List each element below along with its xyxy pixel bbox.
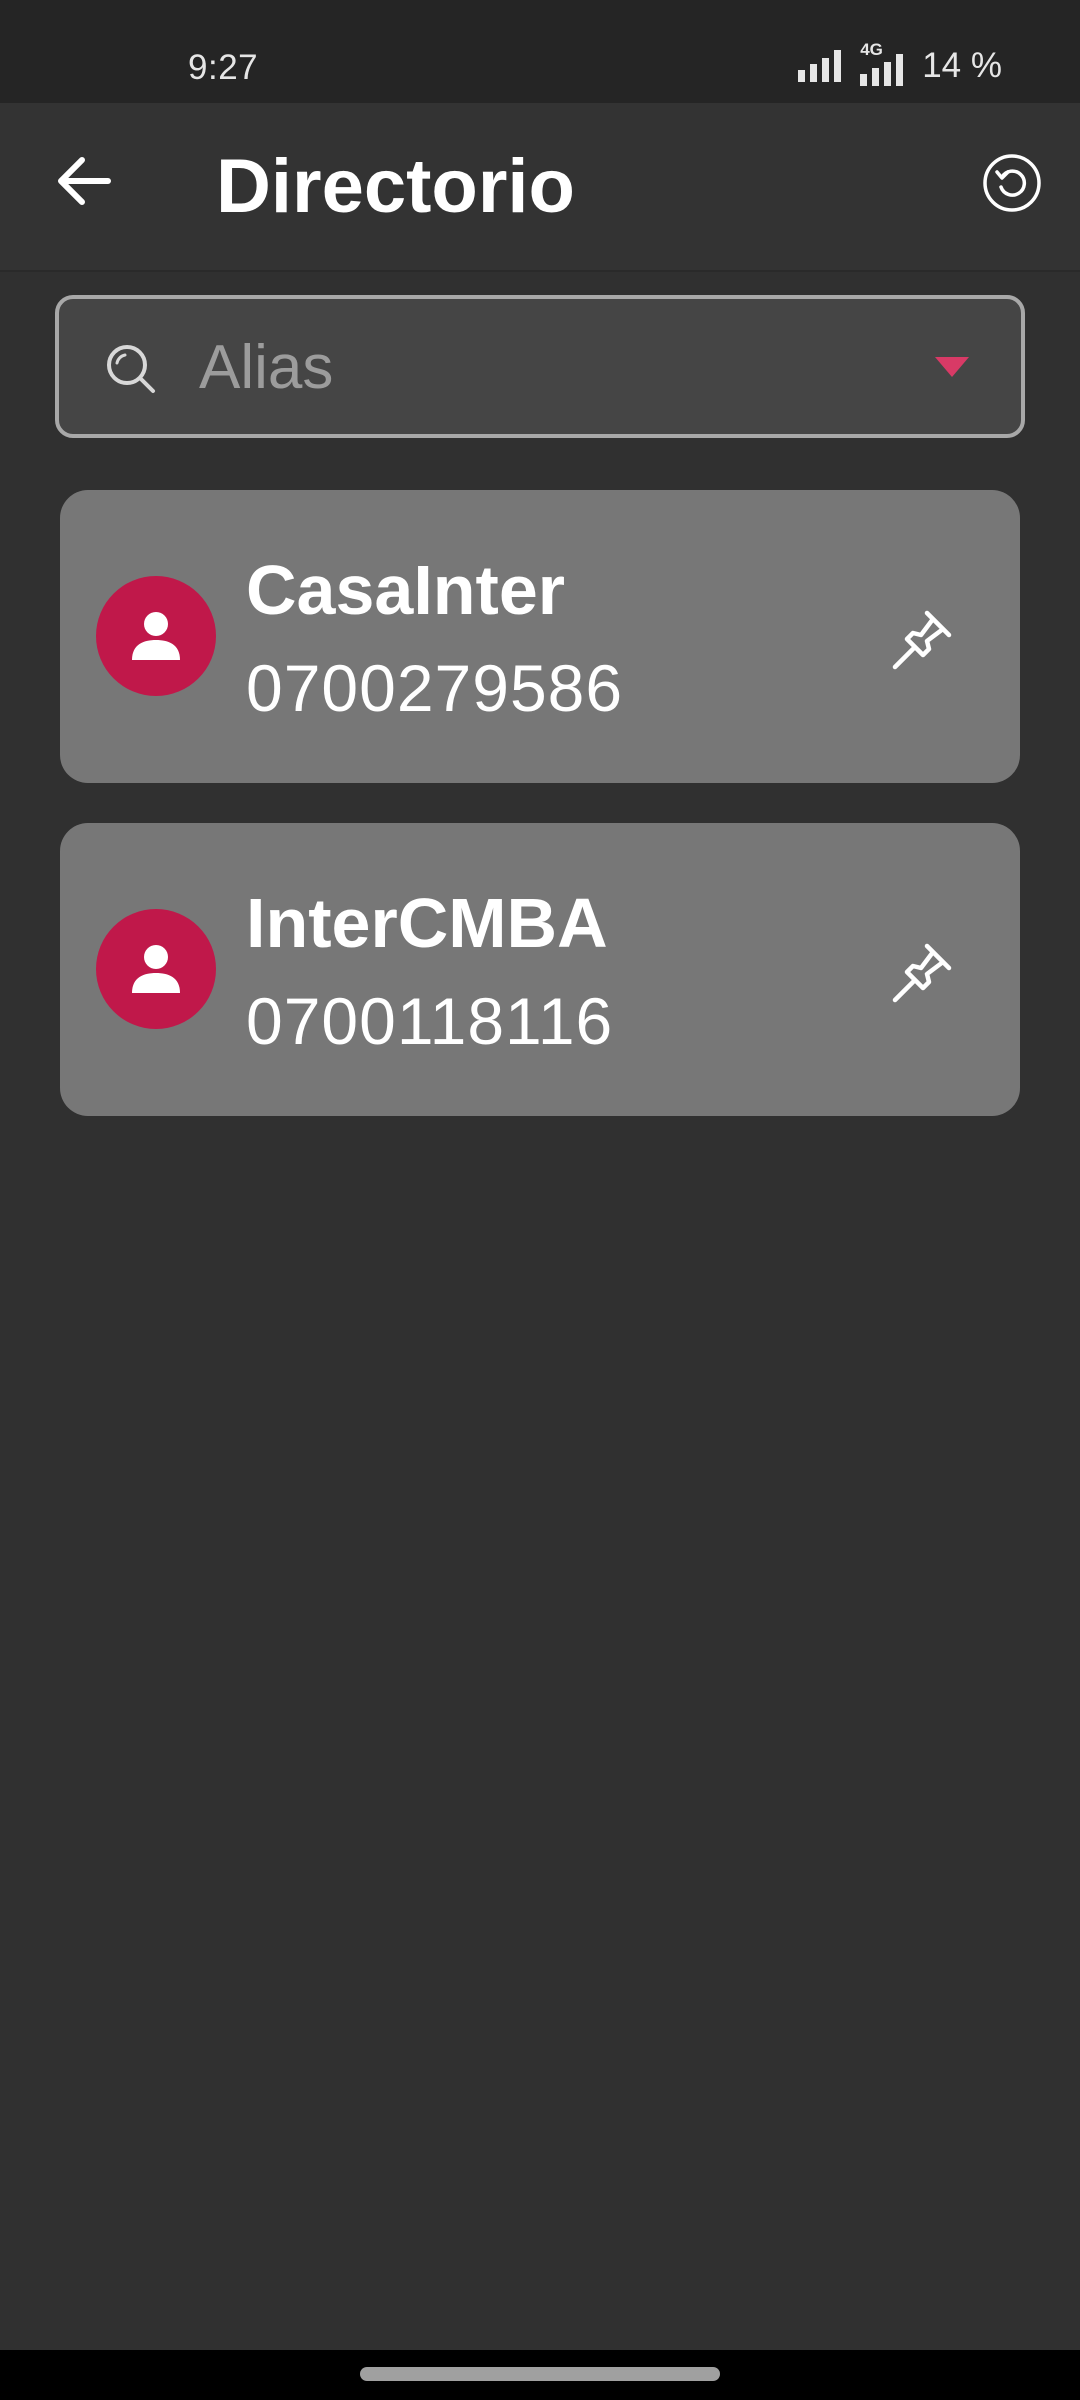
person-icon [132,612,180,660]
app-bar: Directorio [0,103,1080,272]
alias-search-field[interactable] [55,295,1025,438]
avatar [96,909,216,1029]
pin-button[interactable] [882,933,962,1013]
refresh-button[interactable] [980,151,1044,215]
refresh-icon [983,154,1041,212]
status-time: 9:27 [188,48,259,87]
back-button[interactable] [44,141,124,221]
pin-icon [892,943,952,1003]
signal-icon [798,50,842,82]
avatar [96,576,216,696]
contact-number: 0700279586 [246,651,624,725]
contact-card[interactable]: CasaInter 0700279586 [60,490,1020,783]
system-nav-bar [0,2350,1080,2400]
contact-name: InterCMBA [246,884,608,962]
person-icon [132,945,180,993]
arrow-left-icon [58,157,111,205]
battery-percent: 14 % [922,46,1002,85]
search-icon [107,345,155,393]
signal-4g-icon: 4G [858,40,908,86]
alias-input[interactable] [199,327,899,407]
contact-name: CasaInter [246,551,566,629]
home-indicator[interactable] [360,2367,720,2381]
pin-icon [892,610,952,670]
contact-card[interactable]: InterCMBA 0700118116 [60,823,1020,1116]
status-bar: 9:27 4G 14 % [0,0,1080,103]
pin-button[interactable] [882,600,962,680]
triangle-down-icon[interactable] [935,357,969,379]
status-icons: 4G 14 % [798,40,1002,86]
contact-number: 0700118116 [246,984,614,1058]
page-title: Directorio [216,144,575,229]
